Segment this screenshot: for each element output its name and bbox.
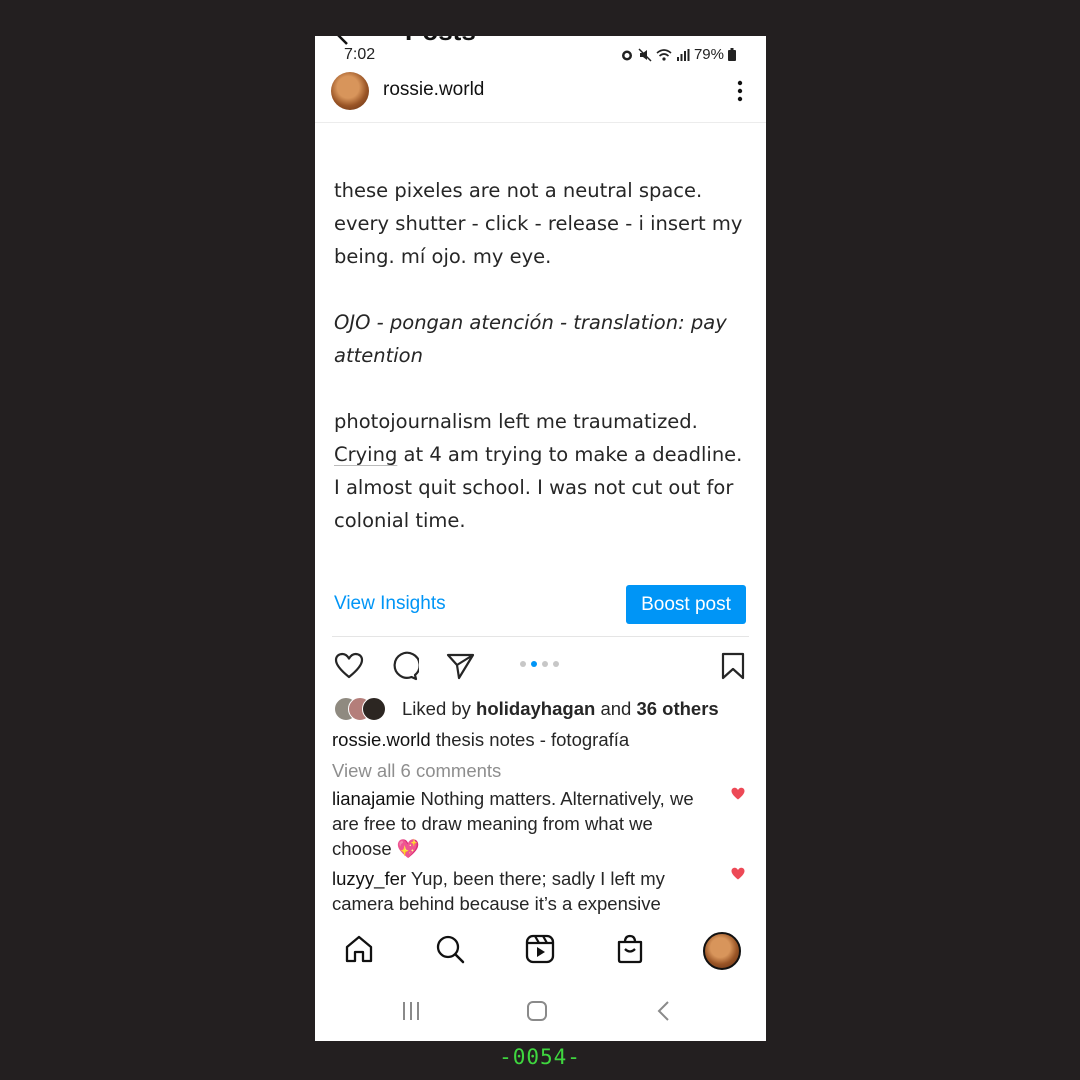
- view-insights-link[interactable]: View Insights: [334, 593, 446, 615]
- paragraph-1: these pixeles are not a neutral space. e…: [334, 179, 743, 268]
- boost-post-button[interactable]: Boost post: [626, 585, 746, 624]
- carousel-dot: [520, 661, 526, 667]
- heart-icon[interactable]: [334, 651, 364, 681]
- bottom-navigation: [315, 916, 766, 982]
- frame-label: -0054-: [499, 1045, 581, 1069]
- likes-summary[interactable]: Liked by holidayhagan and 36 others: [402, 698, 719, 720]
- comment-like-heart-icon[interactable]: [731, 787, 745, 800]
- carousel-dot: [542, 661, 548, 667]
- liker-username[interactable]: holidayhagan: [476, 698, 595, 719]
- profile-avatar-tab[interactable]: [703, 932, 741, 970]
- post-username[interactable]: rossie.world: [383, 79, 484, 101]
- mute-icon: [638, 47, 652, 62]
- more-options-icon[interactable]: [736, 79, 744, 103]
- comment-username[interactable]: lianajamie: [332, 788, 415, 809]
- system-home-icon[interactable]: [525, 1000, 549, 1022]
- paragraph-3: photojournalism left me traumatized. Cry…: [334, 405, 744, 537]
- liker-avatars[interactable]: [334, 697, 394, 721]
- carousel-dot: [553, 661, 559, 667]
- likes-others[interactable]: 36 others: [636, 698, 718, 719]
- battery-percent: 79%: [693, 46, 724, 63]
- spellcheck-word: Crying: [334, 443, 398, 466]
- share-icon[interactable]: [445, 651, 475, 681]
- bookmark-icon[interactable]: [718, 651, 748, 681]
- view-all-comments-link[interactable]: View all 6 comments: [332, 760, 501, 782]
- system-navigation-bar: [315, 982, 766, 1041]
- reels-icon[interactable]: [524, 933, 556, 965]
- liker-avatar: [362, 697, 386, 721]
- comment: lianajamie Nothing matters. Alternativel…: [332, 786, 712, 861]
- shop-bag-icon[interactable]: [614, 933, 646, 965]
- wifi-icon: [656, 48, 672, 61]
- status-icons: 79%: [620, 46, 736, 63]
- comment-icon[interactable]: [389, 651, 419, 681]
- header-divider: [315, 122, 766, 123]
- page-title: Posts: [405, 36, 476, 47]
- caption-text: thesis notes - fotografía: [435, 729, 630, 750]
- paragraph-3-line-1: photojournalism left me traumatized.: [334, 410, 698, 433]
- post-body-text: these pixeles are not a neutral space. e…: [334, 174, 744, 537]
- recent-apps-icon[interactable]: [399, 1000, 423, 1022]
- likes-prefix: Liked by: [402, 698, 471, 719]
- phone-screen: Posts 7:02 79% rossie.world these pixele…: [315, 36, 766, 1041]
- paragraph-2: OJO - pongan atención - translation: pay…: [334, 311, 727, 367]
- back-arrow-icon[interactable]: [333, 36, 355, 46]
- caption-username[interactable]: rossie.world: [332, 729, 431, 750]
- home-icon[interactable]: [343, 933, 375, 965]
- alarm-icon: [621, 50, 632, 60]
- battery-icon: [728, 48, 736, 61]
- caption: rossie.world thesis notes - fotografía: [332, 729, 629, 751]
- likes-joiner: and: [600, 698, 632, 719]
- signal-icon: [676, 48, 690, 61]
- comment-username[interactable]: luzyy_fer: [332, 868, 406, 889]
- search-icon[interactable]: [434, 933, 466, 965]
- status-time: 7:02: [344, 46, 376, 63]
- carousel-indicator: [520, 661, 559, 667]
- carousel-dot: [531, 661, 537, 667]
- comment-like-heart-icon[interactable]: [731, 867, 745, 880]
- avatar[interactable]: [331, 72, 369, 110]
- insights-divider: [332, 636, 749, 637]
- comment: luzyy_fer Yup, been there; sadly I left …: [332, 866, 712, 916]
- system-back-icon[interactable]: [653, 1000, 677, 1022]
